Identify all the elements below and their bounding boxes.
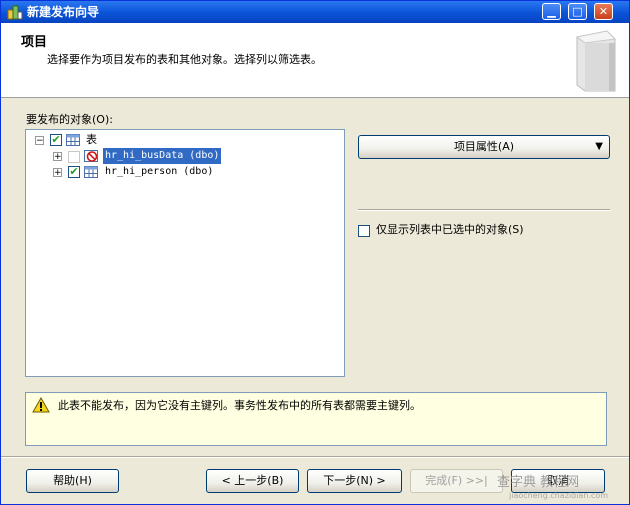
back-button[interactable]: < 上一步(B)	[206, 469, 299, 493]
minimize-icon: ▁	[547, 5, 556, 18]
tree-node-person[interactable]: + ✔ hr_hi_person (dbo)	[26, 164, 344, 180]
help-button[interactable]: 帮助(H)	[26, 469, 119, 493]
person-checkbox[interactable]: ✔	[68, 166, 80, 178]
tree-node-tables[interactable]: − ✔ 表	[26, 132, 344, 148]
wizard-window: 新建发布向导 ▁ □ ✕ 项目 选择要作为项目发布的表和其他对象。选择列以筛选表…	[0, 0, 630, 505]
show-selected-checkbox[interactable]	[358, 225, 370, 237]
table-icon	[84, 166, 98, 178]
dropdown-arrow-icon: ▼	[595, 141, 603, 152]
window-title: 新建发布向导	[27, 5, 100, 19]
blocked-table-icon	[84, 150, 98, 162]
objects-label: 要发布的对象(O):	[26, 113, 113, 126]
expand-icon[interactable]: +	[53, 152, 62, 162]
objects-tree[interactable]: − ✔ 表 + hr_hi_busData (dbo) + ✔ hr_hi_pe…	[25, 129, 345, 377]
busdata-label: hr_hi_busData (dbo)	[103, 148, 222, 164]
message-text: 此表不能发布，因为它没有主键列。事务性发布中的所有表都需要主键列。	[58, 399, 421, 412]
busdata-checkbox[interactable]	[68, 151, 80, 163]
title-bar[interactable]: 新建发布向导 ▁ □ ✕	[1, 1, 629, 23]
close-icon: ✕	[598, 5, 609, 18]
tables-label: 表	[86, 133, 97, 146]
watermark-text: 查字典 教程网	[497, 475, 580, 490]
article-properties-button[interactable]: 项目属性(A) ▼	[358, 135, 610, 159]
article-properties-label: 项目属性(A)	[453, 140, 515, 153]
table-folder-icon	[66, 134, 80, 146]
app-icon	[7, 5, 23, 20]
maximize-icon: □	[572, 5, 583, 18]
wizard-banner-icon	[575, 30, 617, 92]
watermark-url: jiaocheng.chazidian.com	[509, 491, 609, 500]
finish-button[interactable]: 完成(F) >>|	[410, 469, 503, 493]
show-selected-label: 仅显示列表中已选中的对象(S)	[376, 223, 524, 236]
page-description: 选择要作为项目发布的表和其他对象。选择列以筛选表。	[47, 53, 322, 66]
minimize-button[interactable]: ▁	[542, 3, 561, 20]
close-button[interactable]: ✕	[594, 3, 613, 20]
message-panel: 此表不能发布，因为它没有主键列。事务性发布中的所有表都需要主键列。	[25, 392, 607, 446]
warning-icon	[32, 397, 50, 413]
wizard-header: 项目 选择要作为项目发布的表和其他对象。选择列以筛选表。	[1, 23, 629, 98]
tree-node-busdata[interactable]: + hr_hi_busData (dbo)	[26, 148, 344, 164]
collapse-icon[interactable]: −	[35, 136, 44, 146]
right-divider	[358, 209, 610, 211]
person-label: hr_hi_person (dbo)	[105, 166, 214, 177]
page-title: 项目	[21, 35, 48, 50]
expand-icon[interactable]: +	[53, 168, 62, 178]
tables-checkbox[interactable]: ✔	[50, 134, 62, 146]
next-button[interactable]: 下一步(N) >	[307, 469, 402, 493]
maximize-button[interactable]: □	[568, 3, 587, 20]
footer-divider	[1, 456, 629, 458]
